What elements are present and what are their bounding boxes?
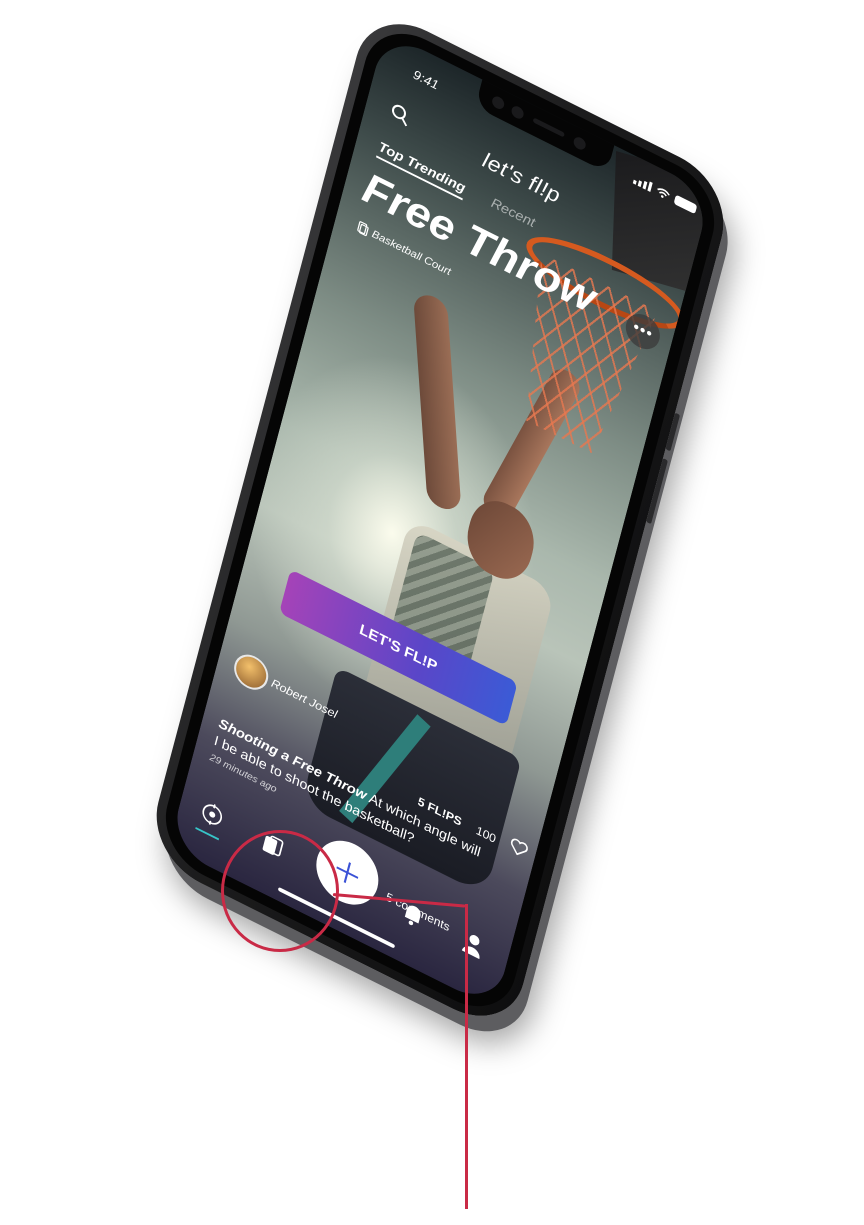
stage: 9:41 let's fl!p Top Trending Recent Free… (0, 0, 864, 1225)
profile-icon[interactable] (460, 928, 487, 960)
player-arm (412, 292, 462, 512)
camera-dot (490, 94, 506, 112)
search-icon[interactable] (388, 101, 412, 129)
camera-dot (510, 104, 525, 121)
more-icon: ••• (631, 318, 655, 344)
callout-ring (221, 830, 339, 952)
explore-icon[interactable] (198, 798, 227, 831)
avatar[interactable] (230, 648, 272, 696)
camera-dot (572, 135, 587, 152)
status-time: 9:41 (411, 66, 441, 93)
speaker-grille (532, 117, 565, 138)
location-icon (357, 221, 369, 237)
heart-icon[interactable] (508, 836, 529, 859)
callout-line (465, 904, 468, 1209)
tab-recent[interactable]: Recent (490, 194, 537, 230)
